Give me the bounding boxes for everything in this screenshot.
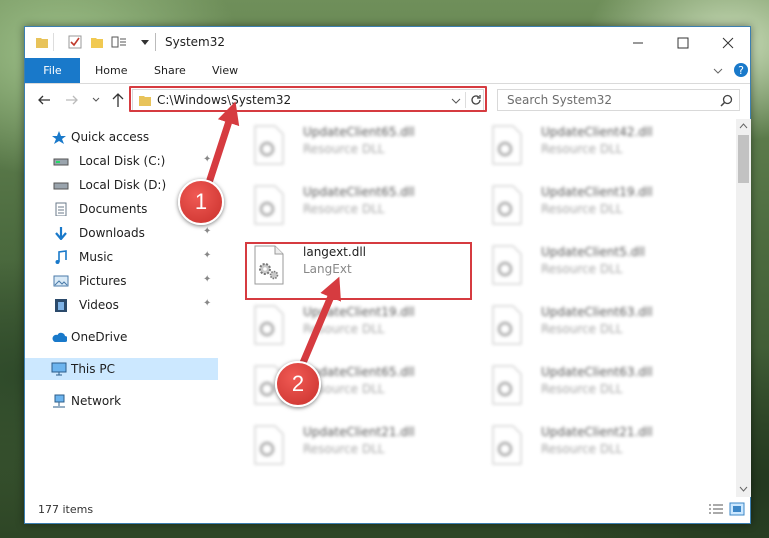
arrow-to-file [296, 276, 341, 374]
annotation-arrows [201, 101, 341, 374]
step-marker-2: 2 [275, 361, 321, 407]
step-marker-1: 1 [178, 179, 224, 225]
